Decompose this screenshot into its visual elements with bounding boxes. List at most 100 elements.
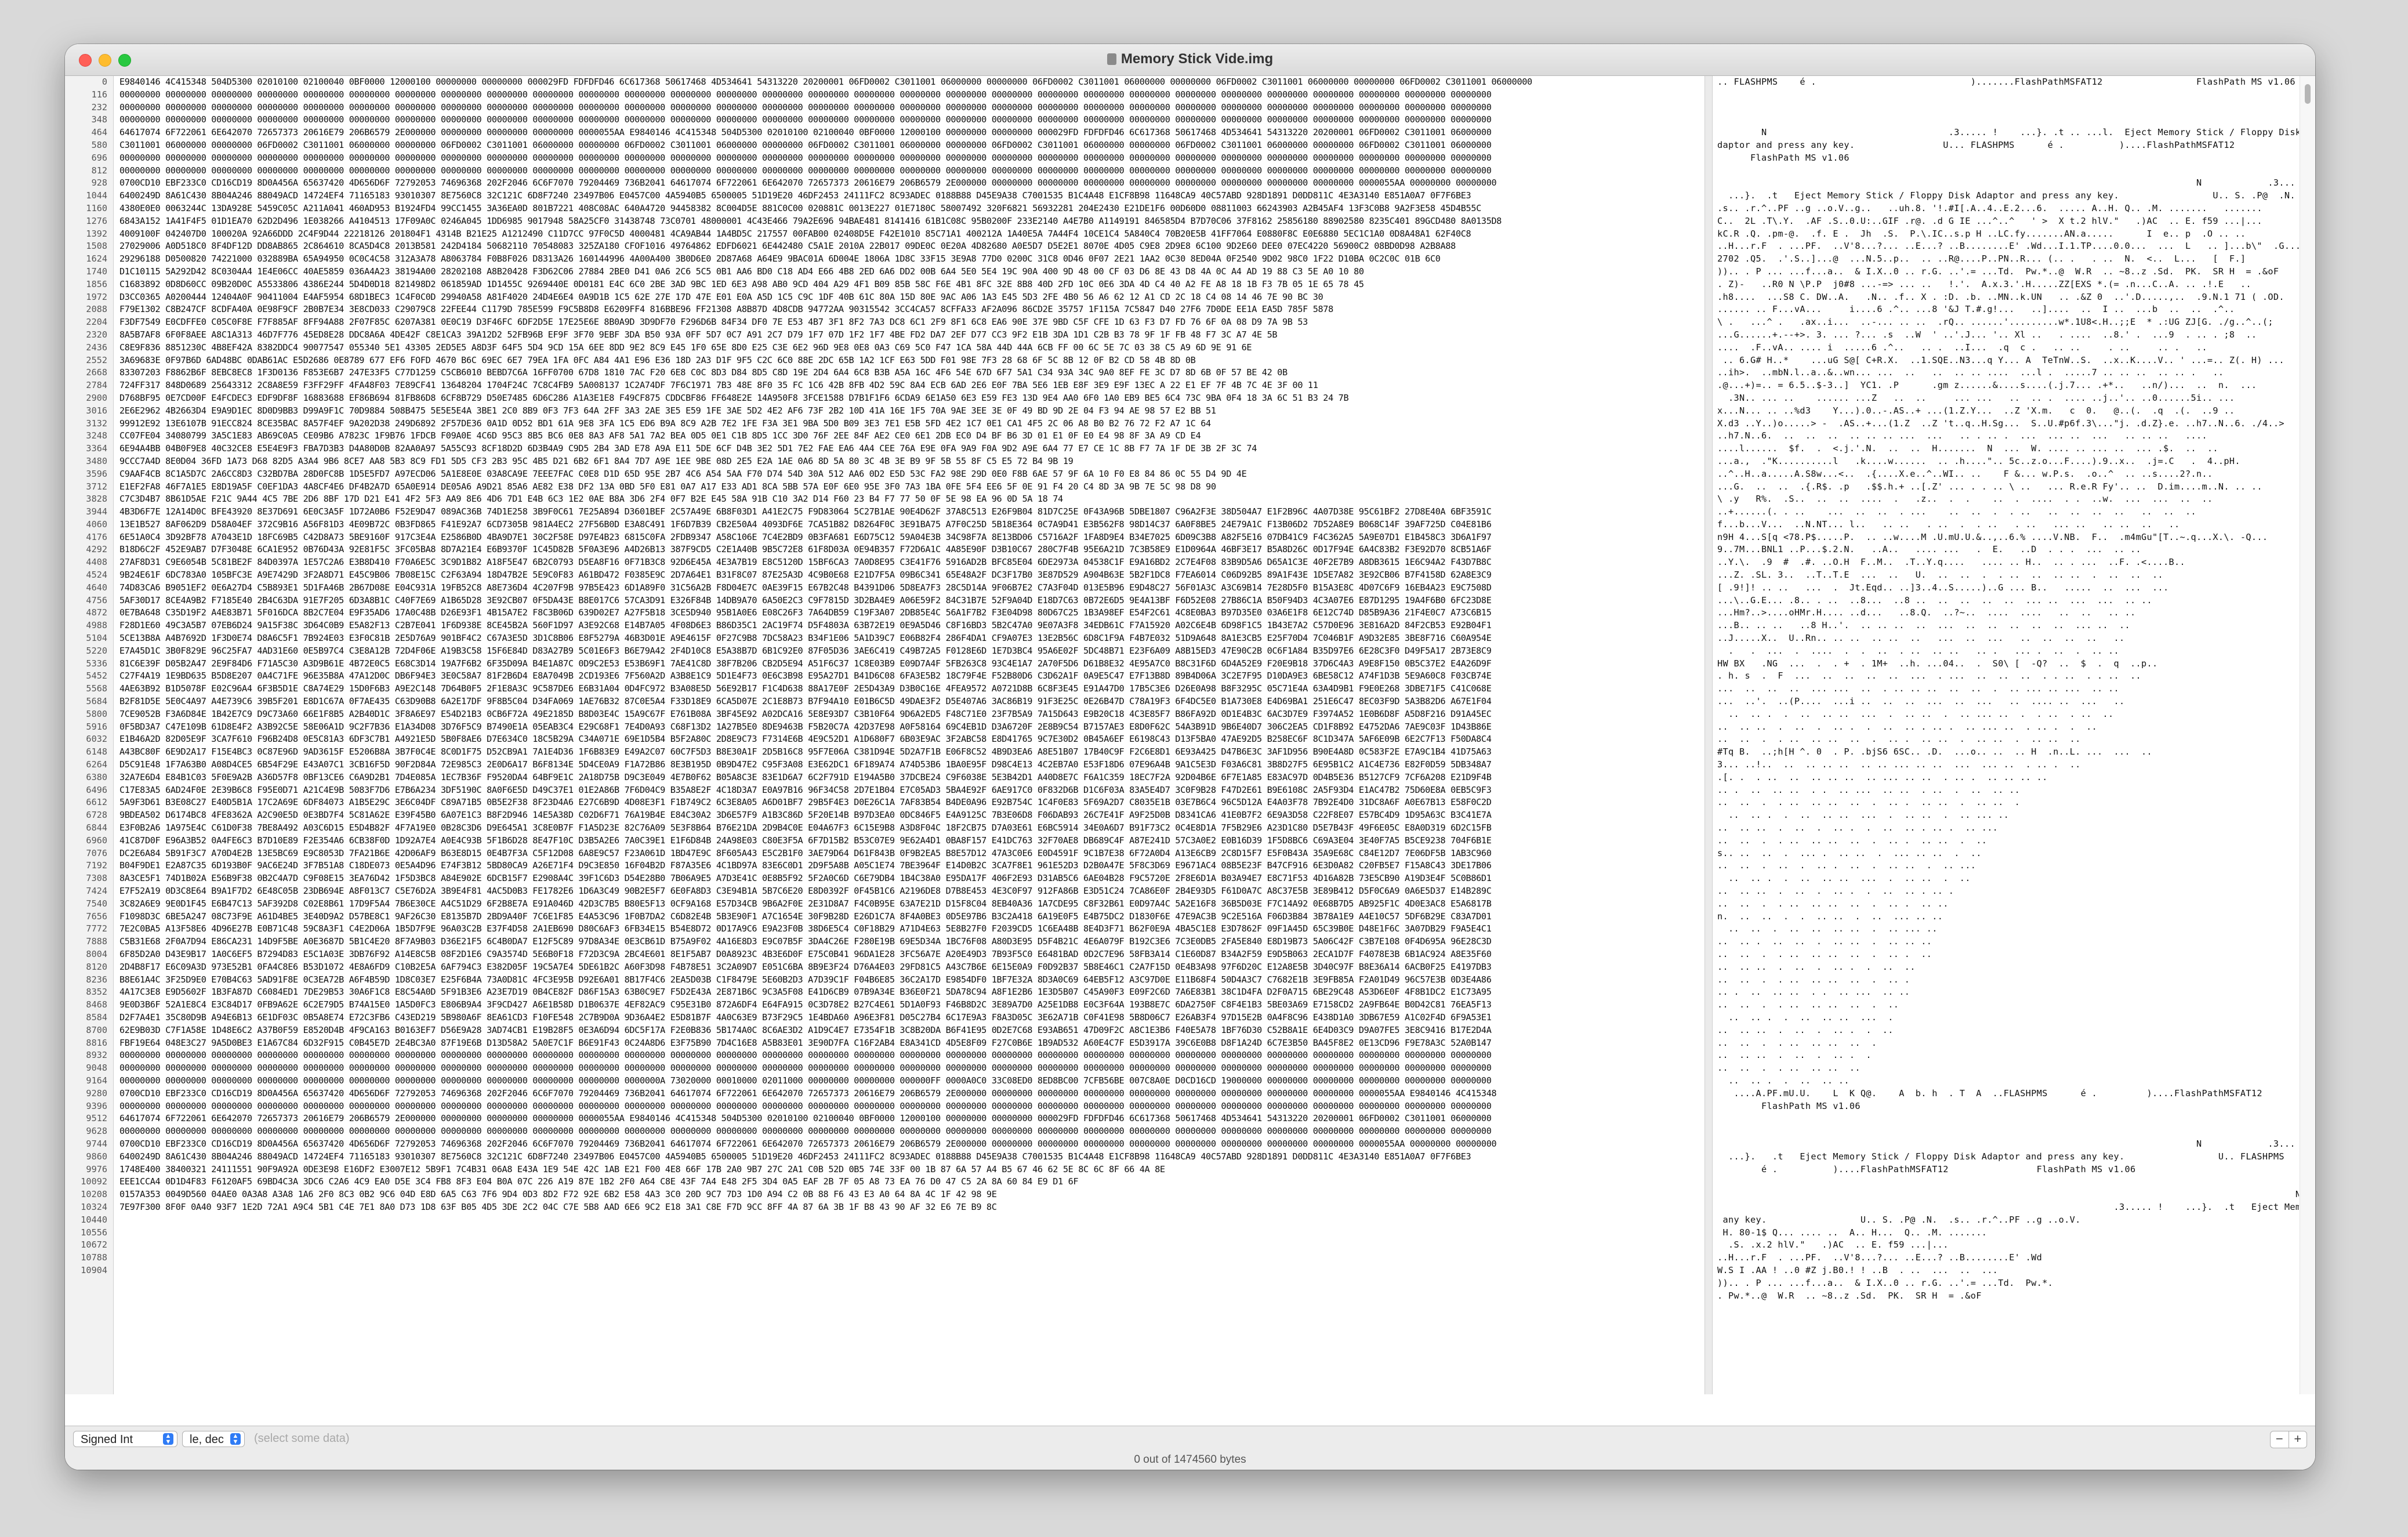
hex-row: 00000000 00000000 00000000 00000000 0000… xyxy=(119,89,1492,100)
hex-row: 6843A152 1A41F4F5 01D1EA70 62D2D496 1E03… xyxy=(119,215,1502,226)
ascii-row: .. 6.G# H..* ...uG S@[ C+R.X. ..1.SQE..N… xyxy=(1717,354,2284,365)
ascii-row: .. . .. .. .. . . .. ... .. .. . .. . ..… xyxy=(1717,784,2021,795)
ascii-row: daptor and press any key. U... FLASHPMS … xyxy=(1717,139,2235,150)
ascii-row: .. .. .. . .. . .. . . .. .. xyxy=(1717,961,1916,972)
offset-label: 6264 xyxy=(86,759,107,770)
hex-row: 3C82A6E9 9E0D1F45 E6B47C13 5AF392D8 C02E… xyxy=(119,898,1492,909)
ascii-row: .. .. . . .. .. .. .. . .. . .. .. xyxy=(1717,898,1949,909)
ascii-row: x...N... .. ..%d3 Y...).0..-.AS..+ ...(1… xyxy=(1717,405,2235,416)
offset-label: 2784 xyxy=(86,380,107,391)
offset-label: 1044 xyxy=(86,190,107,201)
hex-row: 41C87D0F E96A3B52 0A4FE6C3 B7D10E89 F2E3… xyxy=(119,835,1492,846)
ascii-row: ...Hm?..>....oHMr.H.... ..d... ..8.Q. ..… xyxy=(1717,607,2136,618)
hex-row: 81C6E39F D05B2A47 2E9F84D6 F71A5C30 A3D9… xyxy=(119,658,1492,669)
offset-label: 3248 xyxy=(86,430,107,441)
hex-row: 00000000 00000000 00000000 00000000 0000… xyxy=(119,1126,1492,1137)
ascii-row: .. . .. .. .. . . .. ... .. .. xyxy=(1717,987,1910,998)
hex-row: 4009100F 042407D0 100020A 92A66DDD 2C4F9… xyxy=(119,228,1471,239)
data-type-select[interactable]: Signed Int ▲ ▼ xyxy=(73,1431,177,1447)
column-width-stepper[interactable]: − + xyxy=(2270,1431,2307,1448)
offset-label: 6148 xyxy=(86,746,107,757)
plus-button[interactable]: + xyxy=(2288,1431,2307,1448)
hex-row: D2F7A4E1 35C80D9B A94E6B13 6E1DF03C 0B5A… xyxy=(119,1012,1492,1023)
hex-row: 64617074 6F722061 6E642070 72657373 2061… xyxy=(119,1113,1492,1124)
status-bar: Signed Int ▲ ▼ le, dec ▲ ▼ (select some da… xyxy=(65,1426,2315,1470)
ascii-row: .3N.. ... .. ...... ...Z .. .. ... ... .… xyxy=(1717,392,2235,403)
offset-label: 4872 xyxy=(86,607,107,618)
offset-label: 812 xyxy=(91,165,107,176)
vertical-scrollbar[interactable] xyxy=(2300,76,2315,1394)
offset-label: 3016 xyxy=(86,405,107,416)
ascii-row: n9H 4...S[q <78.P$.....P. .. ..w....M .U… xyxy=(1717,531,2268,542)
pane-divider[interactable] xyxy=(1705,76,1713,1394)
scrollbar-thumb[interactable] xyxy=(2305,84,2311,104)
offset-label: 4408 xyxy=(86,557,107,568)
offset-label: 1276 xyxy=(86,215,107,226)
hex-row: 4AE63B92 B1D5078F E02C96A4 6F3B5D1E C8A7… xyxy=(119,683,1492,694)
endianness-select[interactable]: le, dec ▲ ▼ xyxy=(182,1431,245,1447)
offset-label: 8584 xyxy=(86,1012,107,1023)
offset-label: 7656 xyxy=(86,911,107,922)
ascii-row: .. .. . . .. .. .. .. . .. . .. xyxy=(1717,948,1932,959)
ascii-row: .. .. . .. .. .. .. . .. ... .. xyxy=(1717,923,1938,934)
hex-row: 27AF8D31 C9E6054B 5C81BE2F 84D0397A 1E57… xyxy=(119,557,1492,568)
ascii-row: .3..... ! ...}. .t Eject Memory Stick / … xyxy=(2113,1201,2299,1212)
offset-label: 3828 xyxy=(86,494,107,505)
hex-row: 0700CD10 EBF233C0 CD16CD19 8D0A456A 6563… xyxy=(119,1138,1497,1149)
hex-row: 00000000 00000000 00000000 00000000 0000… xyxy=(119,1100,1492,1111)
hex-row: 9BDEA502 D6174BC8 4FE8362A A2C90E5D 0E3B… xyxy=(119,810,1492,821)
hex-row: 4380E0E0 0063244C 13DA928E 5459C05C A211… xyxy=(119,202,1481,213)
hex-row: 3A69683E 0F97B6D 6AD48BC 0DAB61AC E5D268… xyxy=(119,354,1196,365)
ascii-row: N xyxy=(1717,1189,2299,1200)
ascii-row: ..^..H..a.....A.S8w...<.. .{....X.e..^..… xyxy=(1717,468,2213,479)
ascii-row: .. .. . . .. .. .. ... . .. .. . .. xyxy=(1717,873,1971,884)
hex-row: 74D83CA6 B9051EF2 0E6A27D4 C5B893E1 5D1F… xyxy=(119,582,1492,593)
endianness-value: le, dec xyxy=(190,1433,224,1446)
offset-label: 9628 xyxy=(86,1126,107,1137)
offset-label: 1740 xyxy=(86,266,107,277)
offset-label: 3712 xyxy=(86,481,107,492)
hex-row: FBF19E64 048E3C27 9A5D0BE3 E1A67C84 6D32… xyxy=(119,1037,1492,1048)
offset-label: 4176 xyxy=(86,531,107,542)
ascii-row xyxy=(1717,165,2299,177)
offset-label: 1624 xyxy=(86,253,107,264)
ascii-row: .. .. . . .. .. .. .. . .. . .. .. . .. xyxy=(1717,835,1988,846)
ascii-row: ...... .. F...vA... i....6 .^.. ...8 '&J… xyxy=(1717,304,2235,315)
ascii-row: ...B.. .. .. ..8 H..'. .. .. .. .. ... .… xyxy=(1717,620,2131,631)
hex-row: DC2E6A84 5B91F3C7 A70D4E2B 13E5BC69 E9C8… xyxy=(119,847,1492,858)
offset-label: 5568 xyxy=(86,683,107,694)
window-title: Memory Stick Vide.img xyxy=(65,51,2315,67)
offset-label: 696 xyxy=(91,152,107,163)
hex-row: C27F4A19 1E9BD635 B5D8E207 0A4C71FE 96E3… xyxy=(119,670,1492,682)
ascii-row: .. .. . . .. .. .. ... . .. .. . .. ... … xyxy=(1717,810,2010,821)
offset-label: 3596 xyxy=(86,468,107,479)
hex-row: 00000000 00000000 00000000 00000000 0000… xyxy=(119,1075,1492,1086)
minus-button[interactable]: − xyxy=(2271,1431,2289,1448)
hex-content-area: 0 116 232 348 464 580 696 812 928 1044 1160 1276 139… xyxy=(65,76,2315,1394)
hex-row: 1748E400 38400321 24111551 90F9A92A 0DE3… xyxy=(119,1163,1165,1174)
ascii-row: .h8.... ...S8 C. DW..A. .N.. .f.. X . :D… xyxy=(1717,291,2284,302)
offset-label: 9744 xyxy=(86,1138,107,1149)
ascii-row: .. .. . . .. .. .. .. xyxy=(1717,1063,1861,1074)
ascii-row: .. .. . . .. .. .. .. . xyxy=(1717,1037,1877,1048)
offset-label: 3364 xyxy=(86,443,107,454)
offset-label: 8120 xyxy=(86,961,107,972)
ascii-pane[interactable]: .. FLASHPMS é . ).......FlashPathMSFAT12… xyxy=(1717,76,2299,1394)
hex-pane[interactable]: E9840146 4C415348 504D5300 02010100 0210… xyxy=(119,76,1701,1394)
chevron-updown-icon: ▲ ▼ xyxy=(163,1433,173,1445)
ascii-row: . Pw.*..@ W.R .. ~8..z .Sd. PK. SR H = .… xyxy=(1717,1290,1982,1301)
selection-value-hint: (select some data) xyxy=(254,1432,350,1445)
offset-label: 9280 xyxy=(86,1088,107,1099)
offset-label: 8700 xyxy=(86,1024,107,1035)
hex-row: 00000000 00000000 00000000 00000000 0000… xyxy=(119,165,1492,176)
offset-label: 5684 xyxy=(86,696,107,707)
hex-row: 9E0D3B6F 52A1E8C4 E3C84D17 0FB9A62E 6C2E… xyxy=(119,999,1492,1010)
offset-label: 5916 xyxy=(86,721,107,732)
offset-label: 4524 xyxy=(86,570,107,581)
ascii-row xyxy=(1717,1112,2299,1125)
hex-row: 724FF317 848D0689 25643312 2C8A8E59 F3FF… xyxy=(119,380,1318,391)
hex-row: 32A7E6D4 E84B1C03 5F0E9A2B A36D57F8 0BF1… xyxy=(119,771,1492,782)
offset-label: 2900 xyxy=(86,392,107,403)
ascii-row: f...b...V... ..N.NT... l.. .. .. . .. . … xyxy=(1717,519,2180,530)
offset-label: 6960 xyxy=(86,835,107,846)
